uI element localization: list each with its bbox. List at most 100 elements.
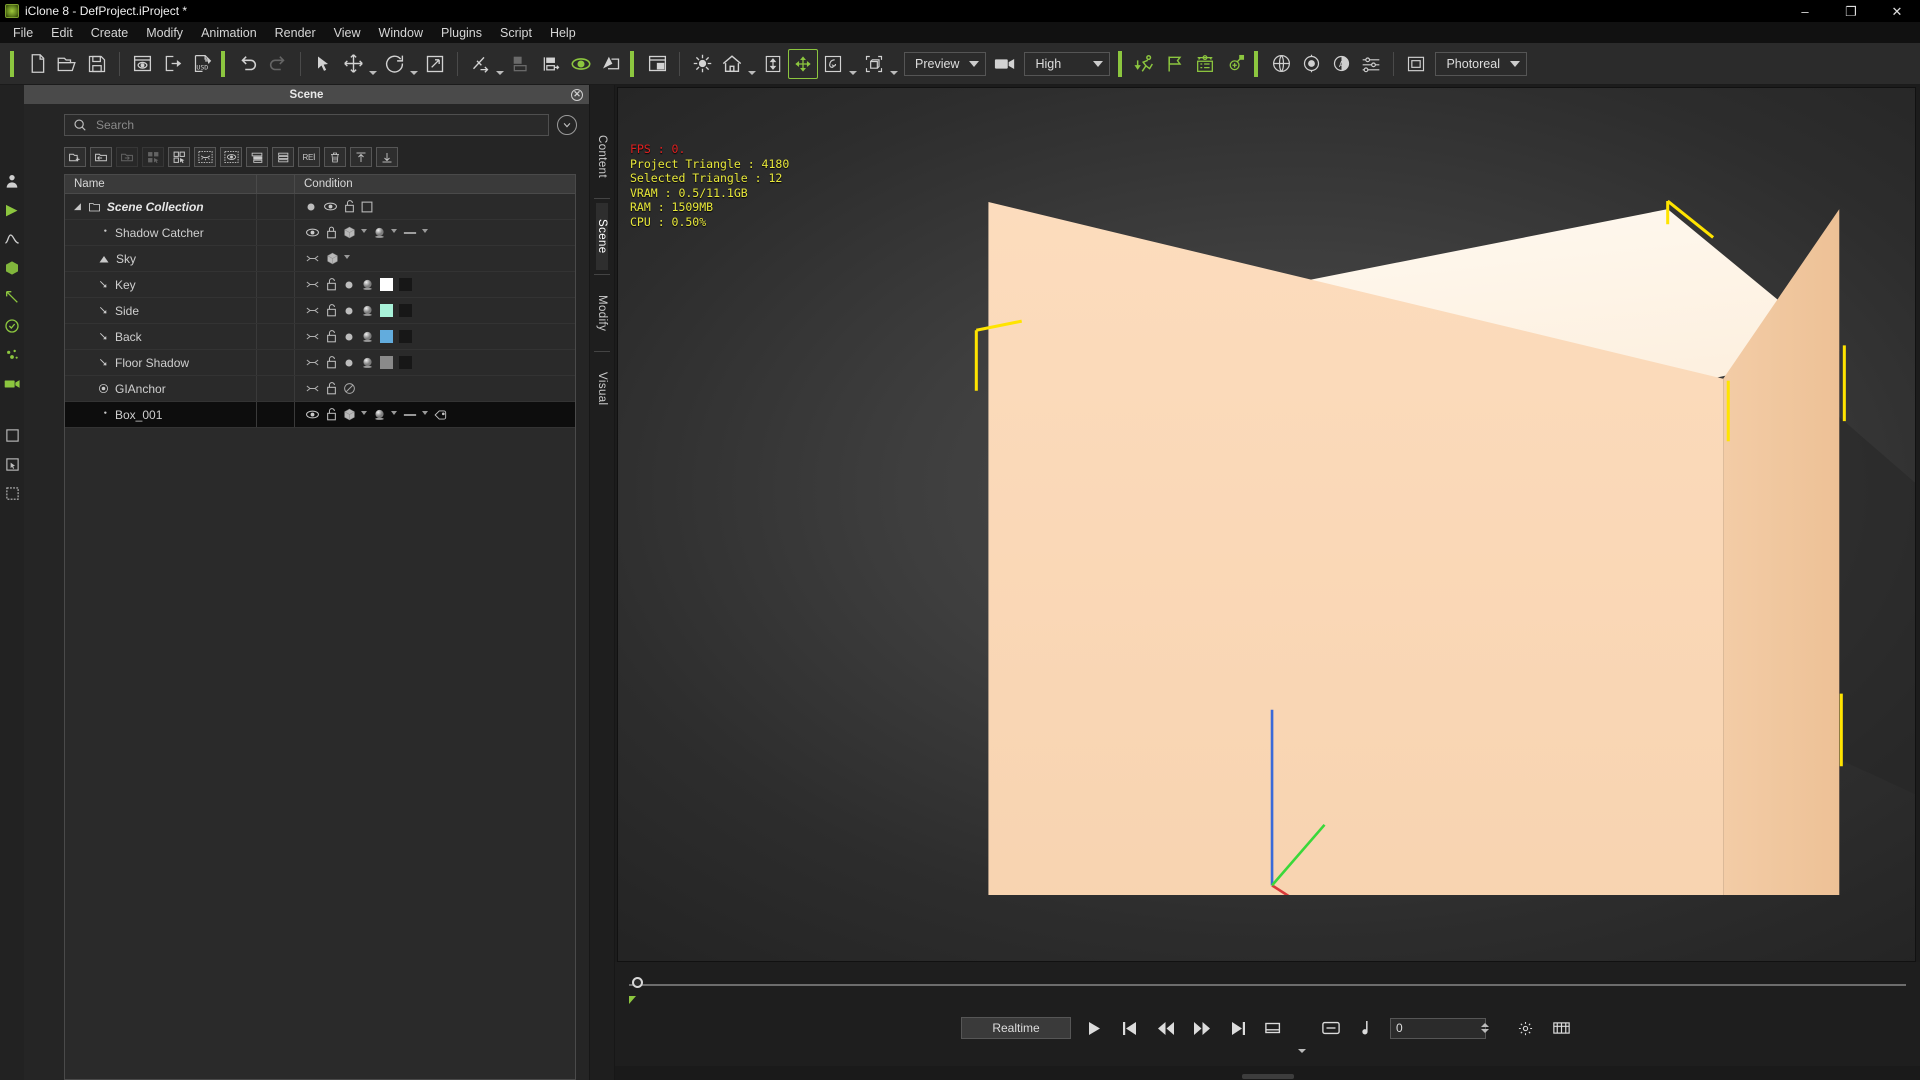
tab-content[interactable]: Content <box>596 119 608 194</box>
light-icon[interactable] <box>687 49 717 79</box>
forward-button[interactable] <box>1189 1017 1215 1039</box>
audio-note-icon[interactable] <box>1354 1017 1380 1039</box>
tab-modify[interactable]: Modify <box>596 279 608 347</box>
lock-open-icon[interactable] <box>326 408 337 421</box>
cube-icon[interactable] <box>343 408 356 421</box>
new-project-icon[interactable] <box>22 49 52 79</box>
rewind-button[interactable] <box>1153 1017 1179 1039</box>
light-bulb-icon[interactable] <box>1296 49 1326 79</box>
display-options-icon[interactable] <box>1318 1017 1344 1039</box>
menu-animation[interactable]: Animation <box>192 23 266 43</box>
menu-script[interactable]: Script <box>491 23 541 43</box>
timeline-keys-icon[interactable] <box>1190 49 1220 79</box>
expand-all-icon[interactable] <box>246 147 268 167</box>
rail-select-icon[interactable] <box>2 483 22 503</box>
menu-render[interactable]: Render <box>266 23 325 43</box>
eye-open-icon[interactable] <box>305 227 320 238</box>
stepper-up-icon[interactable] <box>1481 1023 1489 1027</box>
sphere-icon[interactable] <box>361 330 374 343</box>
rotate-tool-caret-icon[interactable] <box>410 71 418 75</box>
send-to-top-icon[interactable] <box>350 147 372 167</box>
pivot-icon[interactable] <box>596 49 626 79</box>
rail-pick-icon[interactable] <box>2 454 22 474</box>
tree-row-side[interactable]: Side <box>65 298 575 324</box>
home-caret-icon[interactable] <box>748 71 756 75</box>
dash-icon[interactable] <box>403 411 417 419</box>
panel-resize-grip[interactable] <box>1241 1074 1294 1079</box>
color-swatch[interactable] <box>399 278 412 291</box>
redo-icon[interactable] <box>263 49 293 79</box>
play-button[interactable] <box>1081 1017 1107 1039</box>
tree-row-gianchor[interactable]: GIAnchor <box>65 376 575 402</box>
menu-file[interactable]: File <box>4 23 42 43</box>
chevron-down-icon[interactable] <box>344 255 350 259</box>
tree-row-floor-shadow[interactable]: Floor Shadow <box>65 350 575 376</box>
lock-closed-icon[interactable] <box>326 226 337 239</box>
frame-stepper[interactable] <box>1481 1018 1494 1039</box>
camera-icon[interactable] <box>990 49 1020 79</box>
timeline-icon[interactable] <box>1548 1017 1574 1039</box>
eye-closed-icon[interactable] <box>305 357 320 368</box>
loop-range-icon[interactable] <box>1261 1017 1287 1039</box>
eye-open-icon[interactable] <box>305 409 320 420</box>
align-tool-caret-icon[interactable] <box>496 71 504 75</box>
no-entry-icon[interactable] <box>343 382 356 395</box>
eye-open-icon[interactable] <box>323 201 338 212</box>
open-project-icon[interactable] <box>52 49 82 79</box>
lock-open-icon[interactable] <box>326 330 337 343</box>
lock-open-icon[interactable] <box>326 304 337 317</box>
move-up-down-icon[interactable] <box>758 49 788 79</box>
rename-icon[interactable]: RE I <box>298 147 320 167</box>
dot-icon[interactable] <box>343 331 355 343</box>
add-camera-icon[interactable] <box>1220 49 1250 79</box>
move-tool-icon[interactable] <box>338 49 368 79</box>
eye-closed-icon[interactable] <box>305 383 320 394</box>
menu-view[interactable]: View <box>325 23 370 43</box>
screen-capture-icon[interactable] <box>1401 49 1431 79</box>
snap-align-icon[interactable] <box>506 49 536 79</box>
dot-icon[interactable] <box>305 201 317 213</box>
sphere-icon[interactable] <box>361 356 374 369</box>
rail-camera-icon[interactable] <box>2 374 22 394</box>
tree-row-back[interactable]: Back <box>65 324 575 350</box>
post-effect-icon[interactable] <box>1356 49 1386 79</box>
checkbox-icon[interactable] <box>361 201 373 213</box>
add-folder-icon[interactable] <box>64 147 86 167</box>
move-tool-caret-icon[interactable] <box>369 71 377 75</box>
maximize-button[interactable]: ❐ <box>1828 0 1874 22</box>
color-swatch[interactable] <box>380 304 393 317</box>
box-001-object[interactable] <box>618 88 1915 896</box>
render-quality-select[interactable]: High <box>1024 51 1111 76</box>
tab-visual[interactable]: Visual <box>596 356 608 422</box>
menu-modify[interactable]: Modify <box>137 23 192 43</box>
sphere-icon[interactable] <box>373 226 386 239</box>
realtime-button[interactable]: Realtime <box>961 1017 1071 1039</box>
preview-render-icon[interactable] <box>127 49 157 79</box>
minimize-button[interactable]: – <box>1782 0 1828 22</box>
menu-edit[interactable]: Edit <box>42 23 82 43</box>
select-tool-icon[interactable] <box>308 49 338 79</box>
rail-actor-icon[interactable] <box>2 171 22 191</box>
save-project-icon[interactable] <box>82 49 112 79</box>
flag-icon[interactable] <box>1160 49 1190 79</box>
close-button[interactable]: ✕ <box>1874 0 1920 22</box>
collapse-all-icon[interactable] <box>272 147 294 167</box>
color-swatch[interactable] <box>399 330 412 343</box>
tree-row-sky[interactable]: Sky <box>65 246 575 272</box>
color-swatch[interactable] <box>380 330 393 343</box>
dot-icon[interactable] <box>343 305 355 317</box>
tag-icon[interactable] <box>434 409 448 421</box>
tab-scene[interactable]: Scene <box>596 203 608 270</box>
lock-open-icon[interactable] <box>344 200 355 213</box>
layout-window-icon[interactable] <box>642 49 672 79</box>
timeline-track[interactable] <box>615 962 1920 1004</box>
sphere-icon[interactable] <box>361 304 374 317</box>
jump-start-button[interactable] <box>1117 1017 1143 1039</box>
chevron-down-icon[interactable] <box>391 411 397 415</box>
color-swatch[interactable] <box>399 304 412 317</box>
dash-icon[interactable] <box>403 229 417 237</box>
rail-stage-icon[interactable] <box>2 425 22 445</box>
stepper-down-icon[interactable] <box>1481 1029 1489 1033</box>
sphere-icon[interactable] <box>361 278 374 291</box>
playhead-handle[interactable] <box>632 977 643 988</box>
